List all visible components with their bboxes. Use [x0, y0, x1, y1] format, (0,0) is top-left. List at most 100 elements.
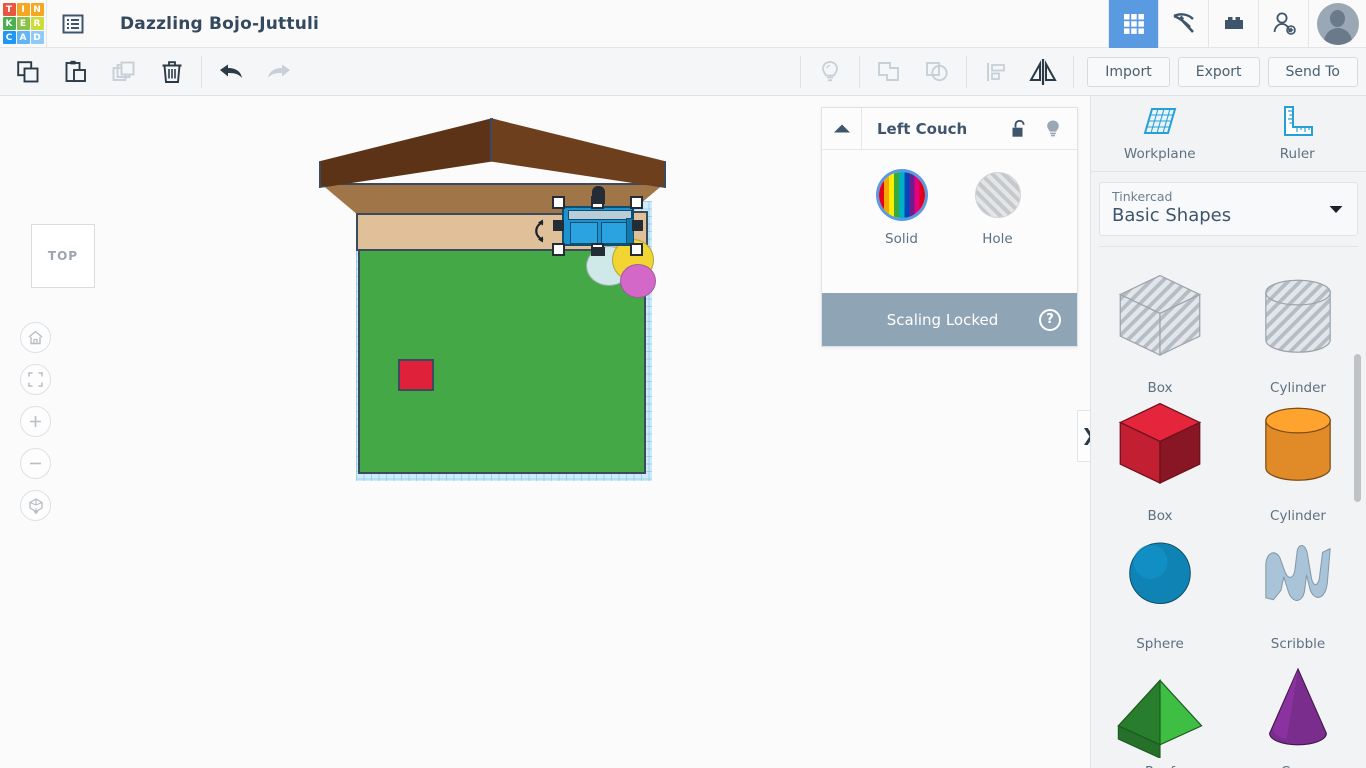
hole-swatch[interactable]: Hole	[974, 172, 1021, 294]
fit-to-view-icon[interactable]	[20, 364, 51, 395]
shape-library-select[interactable]: Tinkercad Basic Shapes	[1099, 182, 1358, 236]
scribble-lightblue-thumbnail	[1248, 524, 1348, 630]
paste-icon[interactable]	[52, 48, 100, 95]
selection-handles[interactable]	[552, 186, 643, 256]
logo-tile-a: A	[16, 31, 30, 44]
pickaxe-icon[interactable]	[1158, 0, 1208, 48]
view-cube[interactable]: TOP	[31, 224, 95, 288]
inspector-title: Left Couch	[877, 119, 968, 138]
unlock-icon[interactable]	[1011, 119, 1028, 139]
tinkercad-app: TINKERCAD Dazzling Bojo-Juttuli Import E…	[0, 0, 1366, 768]
shapes-panel: Workplane Ruler Tinkercad Basic Shapes B…	[1090, 96, 1366, 768]
shape-item-roof-green[interactable]: Roof	[1100, 652, 1220, 768]
scaling-status-text: Scaling Locked	[886, 310, 999, 329]
scene-3d[interactable]: Workplane	[300, 106, 720, 506]
tinkercad-logo[interactable]: TIN KER CAD	[0, 0, 46, 48]
view-cube-label: TOP	[47, 249, 79, 263]
scale-handle-bottom-right[interactable]	[630, 243, 643, 256]
shape-row: Sphere Scribble	[1091, 524, 1366, 652]
lightbulb-icon[interactable]	[806, 48, 854, 95]
box-red-thumbnail	[1110, 396, 1210, 502]
grid-apps-icon[interactable]	[1108, 0, 1158, 48]
shape-item-label: Cone	[1281, 764, 1316, 768]
sphere-blue-thumbnail	[1110, 524, 1210, 630]
shape-item-label: Cylinder	[1270, 380, 1326, 396]
toolbar-divider-2	[800, 55, 802, 88]
avatar[interactable]	[1308, 0, 1366, 48]
send-to-button[interactable]: Send To	[1267, 56, 1358, 87]
roof-green-thumbnail	[1110, 652, 1210, 758]
scale-handle-bottom-left[interactable]	[552, 243, 565, 256]
scene-roof-left[interactable]	[319, 118, 493, 188]
shape-item-cylinder-hole[interactable]: Cylinder	[1238, 268, 1358, 396]
shape-row: Roof Cone	[1091, 652, 1366, 768]
inspector-header: Left Couch	[822, 108, 1077, 150]
workplane-tool-label: Workplane	[1123, 146, 1196, 162]
logo-tile-n: N	[30, 3, 44, 16]
logo-tile-t: T	[2, 3, 16, 16]
shape-item-cone-purple[interactable]: Cone	[1238, 652, 1358, 768]
workplane-icon	[1142, 105, 1178, 139]
toolbar-divider-4	[966, 55, 968, 88]
height-handle[interactable]	[592, 186, 605, 204]
shape-panel-scrollbar-thumb[interactable]	[1354, 354, 1361, 502]
chevron-up-icon[interactable]	[822, 108, 862, 149]
duplicate-icon[interactable]	[100, 48, 148, 95]
shape-item-sphere-blue[interactable]: Sphere	[1100, 524, 1220, 652]
undo-icon[interactable]	[207, 48, 255, 95]
shape-item-box-hole[interactable]: Box	[1100, 268, 1220, 396]
inspector-header-icons	[1011, 119, 1062, 139]
home-view-icon[interactable]	[20, 322, 51, 353]
library-owner: Tinkercad	[1112, 189, 1173, 204]
copy-icon[interactable]	[4, 48, 52, 95]
scale-handle-top-left[interactable]	[552, 196, 565, 209]
zoom-in-icon[interactable]	[20, 406, 51, 437]
lego-brick-icon[interactable]	[1208, 0, 1258, 48]
scene-red-box[interactable]	[398, 359, 434, 391]
shape-grid[interactable]: BoxCylinderBoxCylinderSphereScribbleRoof…	[1091, 268, 1366, 768]
shape-item-cylinder-orange[interactable]: Cylinder	[1238, 396, 1358, 524]
shape-item-label: Cylinder	[1270, 508, 1326, 524]
scene-balloon-magenta[interactable]	[620, 264, 656, 298]
snap-handle[interactable]	[592, 247, 605, 256]
shape-panel-scrollbar[interactable]	[1354, 254, 1362, 768]
zoom-out-icon[interactable]	[20, 448, 51, 479]
document-title[interactable]: Dazzling Bojo-Juttuli	[120, 14, 319, 34]
scale-handle-right[interactable]	[632, 220, 643, 231]
ruler-tool[interactable]: Ruler	[1229, 96, 1366, 171]
rotate-handle[interactable]	[528, 218, 550, 244]
align-icon[interactable]	[972, 48, 1020, 95]
solid-swatch[interactable]: Solid	[878, 172, 925, 294]
shape-item-label: Scribble	[1270, 636, 1326, 652]
logo-tile-d: D	[30, 31, 44, 44]
logo-tile-r: R	[30, 17, 44, 30]
add-person-icon[interactable]	[1258, 0, 1308, 48]
edit-toolbar: Import Export Send To	[0, 48, 1366, 96]
shape-item-box-red[interactable]: Box	[1100, 396, 1220, 524]
scene-roof-right[interactable]	[490, 118, 666, 188]
import-button[interactable]: Import	[1087, 56, 1170, 87]
document-list-button[interactable]	[46, 0, 98, 48]
logo-tile-i: I	[16, 3, 30, 16]
workplane-tool[interactable]: Workplane	[1091, 96, 1229, 171]
shape-item-scribble-lightblue[interactable]: Scribble	[1238, 524, 1358, 652]
delete-icon[interactable]	[148, 48, 196, 95]
shape-item-label: Box	[1147, 380, 1173, 396]
toolbar-divider-5	[1073, 55, 1075, 88]
shape-inspector-panel: Left Couch Solid Hole Scaling Locked ?	[821, 107, 1078, 347]
shape-item-label: Box	[1147, 508, 1173, 524]
inspector-body: Solid Hole	[822, 150, 1077, 294]
chevron-down-icon	[1329, 205, 1343, 214]
lightbulb-icon[interactable]	[1044, 119, 1062, 139]
scale-handle-left[interactable]	[553, 220, 564, 231]
perspective-toggle-icon[interactable]	[20, 490, 51, 521]
shape-row: Box Cylinder	[1091, 396, 1366, 524]
group-icon[interactable]	[865, 48, 913, 95]
ruler-icon	[1279, 105, 1315, 139]
ungroup-icon[interactable]	[913, 48, 961, 95]
scale-handle-top-right[interactable]	[630, 196, 643, 209]
export-button[interactable]: Export	[1177, 56, 1260, 87]
redo-icon[interactable]	[255, 48, 303, 95]
mirror-icon[interactable]	[1020, 48, 1068, 95]
help-icon[interactable]: ?	[1039, 308, 1061, 331]
